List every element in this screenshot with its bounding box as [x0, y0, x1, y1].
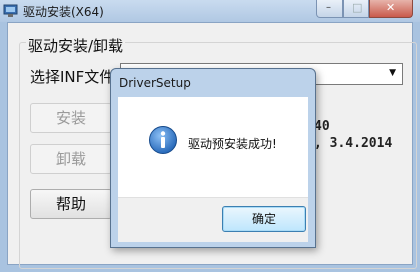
maximize-icon: □	[352, 1, 363, 14]
maximize-button[interactable]: □	[343, 0, 369, 18]
chevron-down-icon[interactable]: ▼	[389, 68, 396, 78]
info-icon	[149, 126, 177, 154]
info-line-2: , 3.4.2014	[314, 136, 393, 151]
close-button[interactable]: ✕	[369, 0, 413, 18]
dialog-body: 驱动预安装成功!	[118, 97, 308, 197]
inf-file-label: 选择INF文件	[30, 68, 115, 86]
dialog-footer: 确定	[118, 197, 308, 242]
install-button[interactable]: 安装	[30, 103, 112, 133]
dialog-message: 驱动预安装成功!	[188, 137, 277, 151]
info-line-1: 40	[314, 119, 330, 134]
minimize-icon: –	[326, 2, 331, 13]
dialog-title: DriverSetup	[119, 76, 191, 90]
app-icon	[3, 4, 18, 17]
group-label: 驱动安装/卸载	[26, 35, 126, 56]
help-button[interactable]: 帮助	[30, 189, 112, 219]
window-title: 驱动安装(X64)	[23, 5, 104, 19]
title-bar[interactable]: 驱动安装(X64) – □ ✕	[0, 0, 420, 22]
close-icon: ✕	[386, 1, 396, 14]
message-dialog: DriverSetup 驱动预安装成功! 确定	[110, 68, 316, 248]
uninstall-button[interactable]: 卸载	[30, 144, 112, 174]
ok-button[interactable]: 确定	[222, 206, 306, 232]
minimize-button[interactable]: –	[316, 0, 343, 18]
